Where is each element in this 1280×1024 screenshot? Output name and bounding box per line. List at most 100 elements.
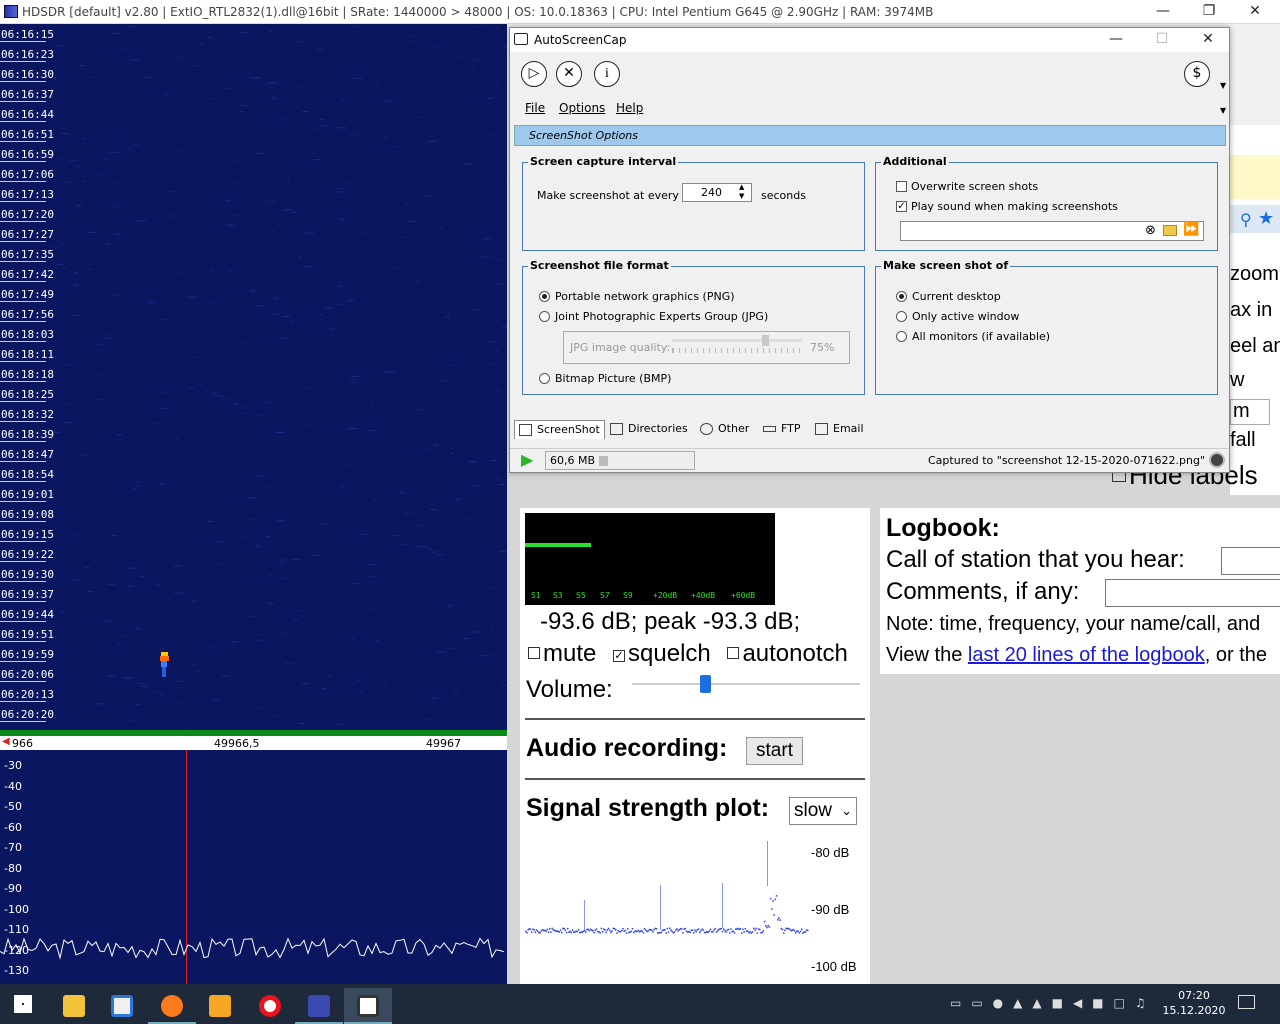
time-label: 06:18:32 (0, 408, 54, 422)
overwrite-checkbox[interactable] (896, 181, 907, 192)
info-icon[interactable]: i (594, 61, 620, 87)
png-radio[interactable] (539, 291, 550, 302)
close-icon[interactable]: ✕ (1232, 0, 1278, 24)
tab-directories[interactable]: Directories (606, 420, 692, 439)
globe-icon[interactable] (1209, 452, 1225, 468)
call-input[interactable] (1221, 547, 1280, 575)
asc-close-icon[interactable]: ✕ (1185, 28, 1231, 52)
strip-label: w (1230, 369, 1245, 391)
s-meter: S1 S3 S5 S7 S9 +20dB +40dB +60dB (525, 513, 775, 605)
s-meter-label: +40dB (691, 591, 716, 600)
bmp-radio[interactable] (539, 373, 550, 384)
taskbar-clock[interactable]: 07:20 15.12.2020 (1162, 988, 1226, 1018)
restore-icon[interactable]: ❐ (1186, 0, 1232, 24)
opera-icon[interactable] (246, 988, 294, 1024)
logbook-note: Note: time, frequency, your name/call, a… (886, 613, 1261, 635)
file-explorer-icon[interactable] (50, 988, 98, 1024)
waterfall-noise (50, 25, 507, 730)
play-sound-icon[interactable]: ⏩ (1183, 222, 1199, 237)
time-label: 06:17:56 (0, 308, 54, 322)
start-capture-icon[interactable]: ▷ (521, 61, 547, 87)
hdsdr-taskbar-icon[interactable] (295, 988, 343, 1024)
tab-email[interactable]: Email (811, 420, 868, 439)
logbook-link[interactable]: last 20 lines of the logbook (968, 644, 1205, 666)
time-label: 06:16:37 (0, 88, 54, 102)
desktop-radio[interactable] (896, 291, 907, 302)
sound-file-input[interactable]: ⊗ ⏩ (900, 221, 1204, 241)
time-label: 06:17:35 (0, 248, 54, 262)
clock-time: 07:20 (1178, 989, 1210, 1002)
stop-capture-icon[interactable]: ✕ (556, 61, 582, 87)
chevron-down-icon: ⌄ (841, 803, 852, 818)
jpg-label: Joint Photographic Experts Group (JPG) (555, 310, 769, 323)
volume-slider-thumb[interactable] (699, 675, 711, 693)
jpg-radio[interactable] (539, 311, 550, 322)
signal-plot-label: Signal strength plot: (526, 794, 770, 822)
autoscreencap-taskbar-icon[interactable] (344, 988, 392, 1024)
time-label: 06:19:51 (0, 628, 54, 642)
spectrum-display[interactable]: -30 -40 -50 -60 -70 -80 -90 -100 -110 -120 -130 (0, 750, 507, 984)
media-player-icon[interactable] (196, 988, 244, 1024)
tab-other[interactable]: Other (696, 420, 753, 439)
logbook-title: Logbook: (886, 514, 1000, 542)
minimize-icon[interactable]: — (1140, 0, 1186, 24)
asc-minimize-icon[interactable]: — (1093, 28, 1139, 52)
gear-icon (700, 423, 713, 435)
start-recording-button[interactable]: start (746, 737, 803, 765)
time-label: 06:19:30 (0, 568, 54, 582)
notification-icon[interactable] (1238, 995, 1255, 1009)
interval-group: Screen capture interval Make screenshot … (522, 155, 865, 251)
asc-title: AutoScreenCap (534, 33, 627, 47)
interval-label: Make screenshot at every (537, 189, 679, 202)
star-icon[interactable]: ★ (1258, 208, 1274, 229)
active-window-radio[interactable] (896, 311, 907, 322)
play-sound-checkbox[interactable]: ✓ (896, 201, 907, 212)
folder-icon[interactable] (1163, 225, 1177, 236)
spin-up-icon[interactable]: ▲ (739, 183, 744, 191)
firefox-icon[interactable] (148, 988, 196, 1024)
autonotch-checkbox[interactable] (727, 647, 740, 659)
additional-group: Additional Overwrite screen shots ✓ Play… (875, 155, 1218, 251)
all-monitors-radio[interactable] (896, 331, 907, 342)
waterfall-display[interactable]: 06:16:15 06:16:23 06:16:30 06:16:37 06:16:44… (0, 24, 507, 730)
zoom-label[interactable]: zoom i (1230, 263, 1280, 286)
clear-icon[interactable]: ⊗ (1145, 223, 1156, 238)
toolbar-overflow-icon[interactable]: ▼ (1220, 81, 1226, 90)
webpage-controls-strip: ⚲ ★ zoom i ax in eel an w m fall (1230, 125, 1280, 495)
menu-help[interactable]: Help (616, 101, 643, 115)
plot-speed-select[interactable]: slow ⌄ (789, 797, 857, 825)
capture-target-group: Make screen shot of Current desktop Only… (875, 259, 1218, 395)
autoscreencap-window: AutoScreenCap — ☐ ✕ ▷ ✕ i $ ▼ File Optio… (509, 27, 1230, 473)
s-meter-label: S7 (600, 591, 610, 600)
jpg-quality-slider (672, 339, 802, 342)
tune-marker-icon[interactable]: ◀ (2, 736, 10, 747)
mute-checkbox[interactable] (528, 647, 540, 659)
frequency-scale[interactable]: ◀ 966 49966,5 49967 (0, 730, 507, 750)
max-in-label[interactable]: ax in (1230, 299, 1272, 322)
time-label: 06:16:15 (0, 28, 54, 42)
comments-input[interactable] (1105, 579, 1280, 607)
time-label: 06:20:20 (0, 708, 54, 722)
tab-ftp[interactable]: FTP (759, 420, 805, 439)
store-icon[interactable] (98, 988, 146, 1024)
squelch-checkbox[interactable]: ✓ (613, 650, 626, 662)
menu-file[interactable]: File (525, 101, 545, 115)
menu-overflow-icon[interactable]: ▼ (1220, 106, 1226, 115)
strip-select[interactable]: m (1230, 399, 1270, 425)
tab-screenshot[interactable]: ScreenShot (514, 420, 605, 439)
hdsdr-titlebar: HDSDR [default] v2.80 | ExtIO_RTL2832(1)… (0, 0, 1280, 24)
menu-options[interactable]: Options (559, 101, 605, 115)
jpg-quality-box: JPG image quality: 75% (563, 331, 850, 364)
spin-down-icon[interactable]: ▼ (739, 192, 744, 200)
volume-slider[interactable] (632, 683, 860, 685)
freq-label: 49967 (426, 737, 461, 750)
s-meter-bar (525, 543, 591, 547)
interval-spinner[interactable]: 240 ▲ ▼ (682, 183, 752, 202)
png-label: Portable network graphics (PNG) (555, 290, 735, 303)
active-window-label: Only active window (912, 310, 1020, 323)
search-icon[interactable]: ⚲ (1240, 210, 1252, 229)
tray-icons[interactable]: ▭▭●▲▲■◀■□♫ (950, 996, 1156, 1010)
time-label: 06:19:22 (0, 548, 54, 562)
start-icon[interactable] (14, 995, 32, 1013)
donate-icon[interactable]: $ (1184, 61, 1210, 87)
